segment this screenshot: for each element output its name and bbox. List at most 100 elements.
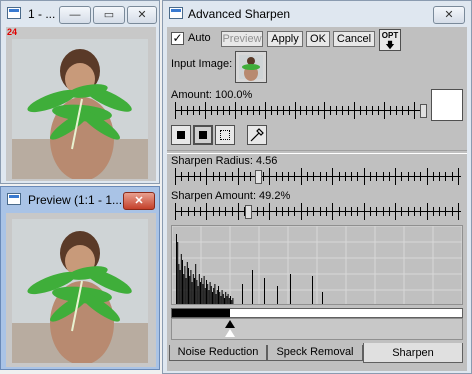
slider-tick	[269, 168, 270, 185]
dotted-square-icon	[220, 130, 230, 140]
slider-tick	[276, 207, 277, 216]
slider-tick	[408, 172, 409, 181]
slider-tick	[288, 207, 289, 216]
auto-checkbox[interactable]: ✓	[171, 32, 184, 45]
slider-tick	[339, 172, 340, 181]
options-button[interactable]: OPT 🡇	[379, 29, 401, 51]
preview-window-titlebar[interactable]: Preview (1:1 - 1... ✕	[1, 187, 159, 213]
mode-button-square[interactable]	[171, 125, 191, 145]
slider-tick	[282, 172, 283, 181]
restore-button[interactable]: ▭	[93, 6, 125, 24]
preview-button[interactable]: Preview	[221, 31, 263, 47]
histogram-bar	[222, 294, 224, 304]
close-button[interactable]: ✕	[127, 6, 157, 24]
slider-tick	[401, 207, 402, 216]
histogram-bar	[231, 300, 233, 304]
tab-speck-removal[interactable]: Speck Removal	[267, 345, 363, 361]
sharpen-close-button[interactable]: ✕	[433, 6, 465, 24]
slider-tick	[175, 203, 176, 220]
eyedropper-button[interactable]	[247, 125, 267, 145]
preview-window-icon	[7, 193, 21, 205]
slider-tick	[223, 106, 224, 115]
sharpen-radius-slider[interactable]	[175, 167, 461, 187]
tab-sharpen[interactable]: Sharpen	[363, 343, 463, 363]
histogram-bar	[232, 298, 234, 304]
histogram-bar	[190, 270, 192, 304]
slider-tick	[389, 172, 390, 181]
slider-tick	[217, 106, 218, 115]
slider-tick	[439, 172, 440, 181]
slider-tick	[289, 106, 290, 115]
slider-tick	[372, 106, 373, 115]
histogram-bar	[218, 286, 219, 304]
cancel-button[interactable]: Cancel	[333, 31, 375, 47]
sharpen-amount-track	[175, 211, 461, 212]
slider-tick	[357, 172, 358, 181]
histogram-bar	[210, 286, 212, 304]
amount-slider[interactable]	[175, 101, 427, 121]
tab-sharpen-label: Sharpen	[392, 347, 434, 359]
slider-tick	[318, 106, 319, 115]
slider-tick	[300, 106, 301, 115]
slider-tick	[205, 102, 206, 119]
slider-tick	[265, 102, 266, 119]
histogram-bar	[230, 296, 231, 304]
histogram-bar	[213, 288, 215, 304]
slider-tick	[427, 203, 428, 220]
slider-tick	[181, 207, 182, 216]
sharpen-radius-handle[interactable]	[255, 170, 262, 184]
slider-tick	[263, 172, 264, 181]
slider-tick	[390, 106, 391, 115]
apply-button[interactable]: Apply	[267, 31, 303, 47]
histogram-bar	[204, 288, 206, 304]
slider-tick	[370, 172, 371, 181]
tab-noise-reduction[interactable]: Noise Reduction	[169, 345, 267, 361]
slider-tick	[336, 106, 337, 115]
slider-tick	[339, 207, 340, 216]
mode-button-square-large[interactable]	[193, 125, 213, 145]
slider-tick	[277, 106, 278, 115]
slider-tick	[225, 207, 226, 216]
slider-tick	[376, 172, 377, 181]
sharpen-amount-slider[interactable]	[175, 202, 461, 222]
options-arrow-icon: 🡇	[385, 40, 395, 50]
slider-tick	[383, 207, 384, 216]
slider-tick	[414, 207, 415, 216]
black-point-marker[interactable]	[225, 320, 235, 328]
slider-tick	[263, 207, 264, 216]
minimize-button[interactable]: —	[59, 6, 91, 24]
histogram-panel	[171, 225, 463, 305]
histogram-bar	[209, 282, 211, 304]
slider-tick	[175, 168, 176, 185]
preview-close-button[interactable]: ✕	[123, 192, 155, 210]
slider-tick	[219, 172, 220, 181]
amount-slider-handle[interactable]	[420, 104, 427, 118]
input-image-button[interactable]	[235, 51, 267, 83]
slider-tick	[401, 172, 402, 181]
input-image-thumbnail	[239, 55, 263, 81]
slider-tick	[200, 172, 201, 181]
slider-tick	[396, 106, 397, 115]
histogram-bar	[192, 274, 194, 304]
slider-tick	[408, 106, 409, 115]
histogram-bar	[188, 268, 189, 304]
square-small-icon	[177, 131, 185, 139]
tab-noise-reduction-label: Noise Reduction	[177, 346, 259, 358]
sharpen-titlebar[interactable]: Advanced Sharpen ✕	[163, 1, 471, 27]
slider-tick	[420, 172, 421, 181]
image-window-titlebar[interactable]: 1 - ... — ▭ ✕	[1, 1, 159, 27]
photo-thumbnail	[12, 39, 148, 179]
slider-tick	[395, 203, 396, 220]
image-window-title: 1 - ...	[28, 7, 56, 21]
slider-tick	[357, 207, 358, 216]
tone-range-bar[interactable]	[171, 308, 463, 318]
histogram-bar	[216, 290, 218, 304]
ok-button[interactable]: OK	[306, 31, 330, 47]
slider-tick	[253, 106, 254, 115]
mode-button-dotted[interactable]	[215, 125, 235, 145]
slider-tick	[188, 172, 189, 181]
slider-tick	[342, 106, 343, 115]
sharpen-amount-handle[interactable]	[245, 205, 252, 219]
white-point-marker[interactable]	[225, 329, 235, 337]
color-swatch[interactable]	[431, 89, 463, 121]
